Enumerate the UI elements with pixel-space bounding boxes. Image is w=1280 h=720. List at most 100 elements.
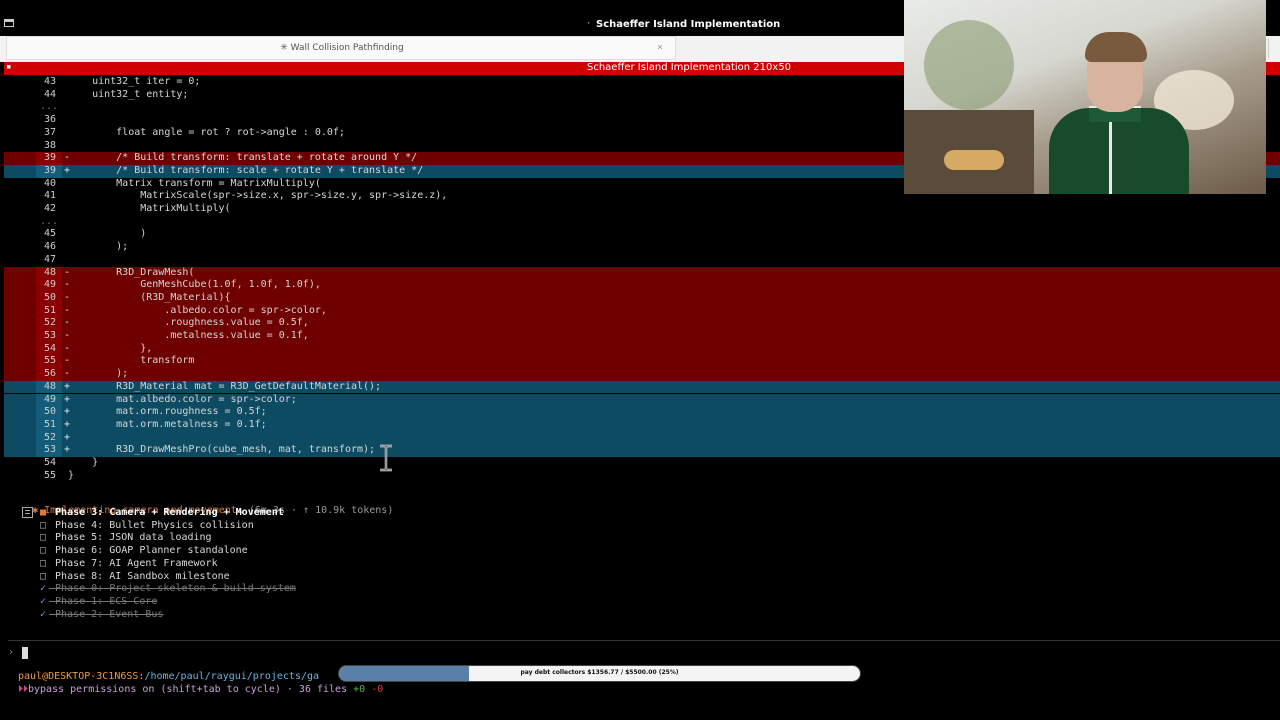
task-item: □ Phase 7: AI Agent Framework (40, 558, 218, 569)
code-text: ); (68, 368, 129, 380)
line-number: 39 (43, 152, 56, 164)
code-text: }, (68, 342, 153, 354)
line-number: 55 (43, 469, 56, 481)
code-text: uint32_t iter = 0; (68, 76, 201, 87)
diff-marker (64, 101, 70, 114)
task-item: □ Phase 4: Bullet Physics collision (40, 520, 254, 531)
diff-marker: + (64, 431, 71, 443)
diff-line: 52- .roughness.value = 0.5f, (4, 317, 1280, 330)
line-number: 53 (43, 330, 56, 341)
prompt-icon: › (8, 647, 15, 658)
bypass-text: bypass permissions on (28, 684, 155, 695)
line-number: 46 (43, 241, 56, 253)
tab-wall-collision[interactable]: ✳ Wall Collision Pathfinding × (6, 36, 676, 60)
code-text: GenMeshCube(1.0f, 1.0f, 1.0f), (68, 279, 321, 291)
new-tab-area[interactable] (1268, 38, 1279, 58)
line-number: 48 (43, 266, 56, 278)
diff-marker (64, 114, 70, 127)
line-number: 37 (43, 126, 56, 138)
webcam-plant (924, 20, 1014, 110)
files-added: +0 (353, 684, 366, 695)
diff-line: 47 (4, 254, 1280, 267)
task-item: □ Phase 5: JSON data loading (40, 532, 212, 543)
tab-close-icon[interactable]: × (657, 42, 663, 53)
task-label: Phase 0: Project skeleton & build system (55, 583, 296, 595)
code-text: .albedo.color = spr->color, (68, 304, 327, 316)
code-text: Matrix transform = MatrixMultiply( (68, 177, 321, 189)
diff-line: 50- (R3D_Material){ (4, 291, 1280, 305)
shell-prompt-line: paul@DESKTOP-3C1N6SS:/home/paul/raygui/p… (18, 671, 319, 682)
mode-hint: (shift+tab to cycle) · 36 files (154, 684, 354, 695)
webcam-overlay (904, 0, 1266, 194)
line-number: 38 (43, 139, 56, 151)
diff-line: 46 ); (4, 241, 1280, 254)
code-text: uint32_t entity; (68, 88, 189, 100)
task-label: Phase 3: Camera + Rendering + Movement (55, 507, 284, 518)
line-number: 50 (43, 406, 56, 418)
task-list-icon (22, 507, 33, 518)
title-dot: · (586, 19, 592, 29)
task-item: □ Phase 6: GOAP Planner standalone (40, 545, 248, 556)
task-item: □ Phase 8: AI Sandbox milestone (40, 571, 230, 582)
checkbox-icon: □ (40, 532, 47, 544)
diff-line: 49 + mat.albedo.color = spr->color; (4, 393, 1280, 407)
code-text: ) (68, 228, 147, 240)
diff-line: 51- .albedo.color = spr->color, (4, 304, 1280, 318)
line-number: 42 (43, 203, 56, 214)
diff-line: 48- R3D_DrawMesh( (4, 266, 1280, 280)
task-label: Phase 8: AI Sandbox milestone (55, 570, 230, 582)
prompt-input[interactable]: › (8, 640, 1280, 665)
diff-line: 55- transform (4, 355, 1280, 369)
line-number: 51 (43, 304, 56, 316)
code-text: R3D_DrawMesh( (68, 266, 195, 278)
text-cursor (22, 647, 28, 659)
diff-line: 52 + (4, 431, 1280, 445)
code-text: mat.albedo.color = spr->color; (68, 393, 297, 405)
line-number: 43 (43, 76, 56, 87)
diff-line: 51 + mat.orm.metalness = 0.1f; (4, 418, 1280, 432)
code-text: float angle = rot ? rot->angle : 0.0f; (68, 126, 345, 138)
task-label: Phase 5: JSON data loading (55, 532, 212, 544)
line-number: ... (39, 101, 58, 113)
checkbox-icon: □ (40, 519, 47, 531)
line-number: 55 (43, 355, 56, 367)
diff-line: 42 MatrixMultiply( (4, 203, 1280, 216)
diff-line: 50 + mat.orm.roughness = 0.5f; (4, 406, 1280, 419)
diff-marker (64, 254, 70, 267)
mode-line: ⏵⏵bypass permissions on (shift+tab to cy… (18, 684, 383, 695)
tab-label: ✳ Wall Collision Pathfinding (280, 43, 404, 53)
task-label: Phase 6: GOAP Planner standalone (55, 545, 248, 557)
task-item: ■ Phase 3: Camera + Rendering + Movement (40, 507, 284, 518)
task-label: Phase 2: Event Bus (55, 608, 164, 620)
code-text: } (68, 457, 99, 468)
task-item: ✓ Phase 1: ECS Core (40, 596, 157, 607)
line-number: 47 (43, 253, 56, 265)
code-text: MatrixMultiply( (68, 203, 231, 214)
terminal-indicator-icon: ▪ (6, 62, 12, 72)
task-label: Phase 4: Bullet Physics collision (55, 519, 254, 531)
code-text: /* Build transform: translate + rotate a… (68, 152, 418, 164)
shell-user: paul@DESKTOP-3C1N6SS: (18, 671, 145, 682)
bypass-icon: ⏵⏵ (18, 684, 28, 695)
checkbox-icon: □ (40, 557, 47, 569)
terminal-title: Schaeffer Island Implementation 210x50 (587, 62, 792, 73)
line-number: 51 (43, 418, 56, 430)
line-number: 41 (43, 190, 56, 202)
diff-line: 49- GenMeshCube(1.0f, 1.0f, 1.0f), (4, 279, 1280, 292)
code-text: } (68, 469, 75, 481)
window-menu-icon[interactable] (4, 19, 14, 27)
diff-line: ... (4, 216, 1280, 229)
line-number: 50 (43, 291, 56, 303)
shell-path: /home/paul/raygui/projects/ga (144, 671, 320, 682)
line-number: 44 (43, 88, 56, 100)
line-number: 52 (43, 431, 56, 443)
diff-line: 53 + R3D_DrawMeshPro(cube_mesh, mat, tran… (4, 444, 1280, 457)
task-label: Phase 1: ECS Core (55, 595, 158, 607)
code-text: mat.orm.metalness = 0.1f; (68, 418, 267, 430)
code-text: R3D_Material mat = R3D_GetDefaultMateria… (68, 380, 382, 392)
checkbox-icon: □ (40, 570, 47, 582)
line-number: 49 (43, 279, 56, 291)
line-number: 53 (43, 444, 56, 456)
code-text: (R3D_Material){ (68, 291, 231, 303)
checkbox-icon: □ (40, 545, 47, 557)
